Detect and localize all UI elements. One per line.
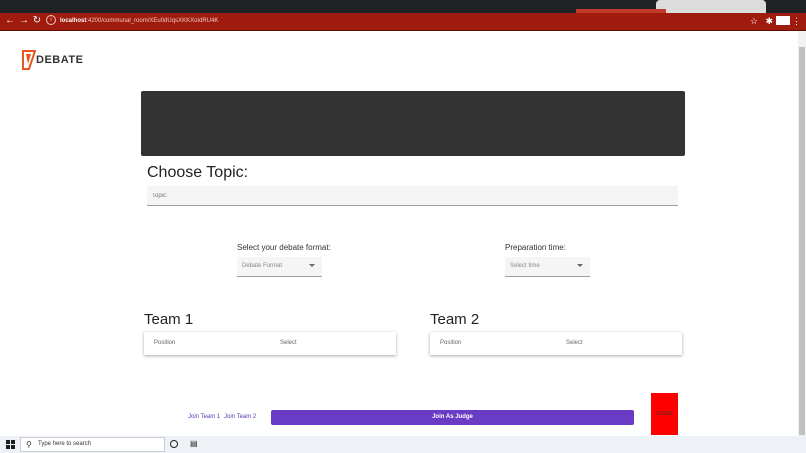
join-team1-button[interactable]: Join Team 1 (188, 414, 220, 420)
prep-time-value: Select time (510, 263, 540, 269)
profile-avatar[interactable] (776, 16, 790, 25)
url-host: localhost (60, 18, 87, 24)
close-button[interactable]: CLOSE (651, 393, 678, 435)
dropdown-arrow-icon (577, 264, 583, 267)
info-icon[interactable]: i (46, 15, 56, 26)
search-icon: ⚲ (26, 440, 32, 449)
windows-taskbar: ⚲ Type here to search ▤ (0, 436, 806, 453)
prep-time-label: Preparation time: (505, 243, 566, 252)
menu-dots-icon[interactable]: ⋮ (792, 14, 801, 28)
url-path: :4200/communal_room/XEu0dUqsXKKXoIdRU4K (86, 18, 219, 24)
team1-position-label: Position (154, 340, 176, 346)
extensions-icon[interactable]: ✱ (765, 14, 773, 28)
taskbar-search-placeholder: Type here to search (38, 441, 92, 447)
cortana-icon[interactable] (170, 440, 178, 448)
join-team2-button[interactable]: Join Team 2 (224, 414, 256, 420)
task-view-icon[interactable]: ▤ (190, 439, 198, 448)
prep-time-select[interactable]: Select time (505, 257, 590, 277)
page-scrollbar[interactable] (798, 31, 806, 436)
team1-position-row[interactable]: Position Select (144, 332, 396, 355)
choose-topic-heading: Choose Topic: (147, 164, 249, 181)
reload-icon[interactable]: ↻ (31, 14, 43, 28)
browser-toolbar: ← → ↻ i localhost:4200/communal_room/XEu0… (0, 13, 806, 31)
arrow-left-icon[interactable]: ← (4, 14, 16, 28)
team2-title: Team 2 (430, 311, 480, 328)
windows-start-icon[interactable] (6, 440, 15, 449)
team2-position-select[interactable]: Select (566, 340, 583, 346)
debate-format-select[interactable]: Debate Format (237, 257, 322, 277)
arrow-right-icon[interactable]: → (18, 14, 30, 28)
browser-tab-strip (0, 0, 806, 13)
taskbar-search-box[interactable]: ⚲ Type here to search (20, 437, 165, 452)
dropdown-arrow-icon (309, 264, 315, 267)
scrollbar-thumb[interactable] (799, 47, 805, 435)
team1-title: Team 1 (144, 311, 194, 328)
topic-input[interactable] (147, 186, 678, 206)
logo-mark-icon (22, 50, 36, 70)
team1-position-select[interactable]: Select (280, 340, 297, 346)
star-icon[interactable]: ☆ (750, 14, 758, 28)
join-as-judge-button[interactable]: Join As Judge (271, 410, 634, 425)
address-bar[interactable]: i localhost:4200/communal_room/XEu0dUqsXK… (46, 14, 746, 28)
debate-format-label: Select your debate format: (237, 243, 331, 252)
debate-format-value: Debate Format (242, 263, 283, 269)
team2-position-row[interactable]: Position Select (430, 332, 682, 355)
logo-text: DEBATE (36, 54, 84, 66)
browser-tab[interactable] (656, 0, 766, 13)
team2-position-label: Position (440, 340, 462, 346)
hero-banner (141, 91, 685, 156)
